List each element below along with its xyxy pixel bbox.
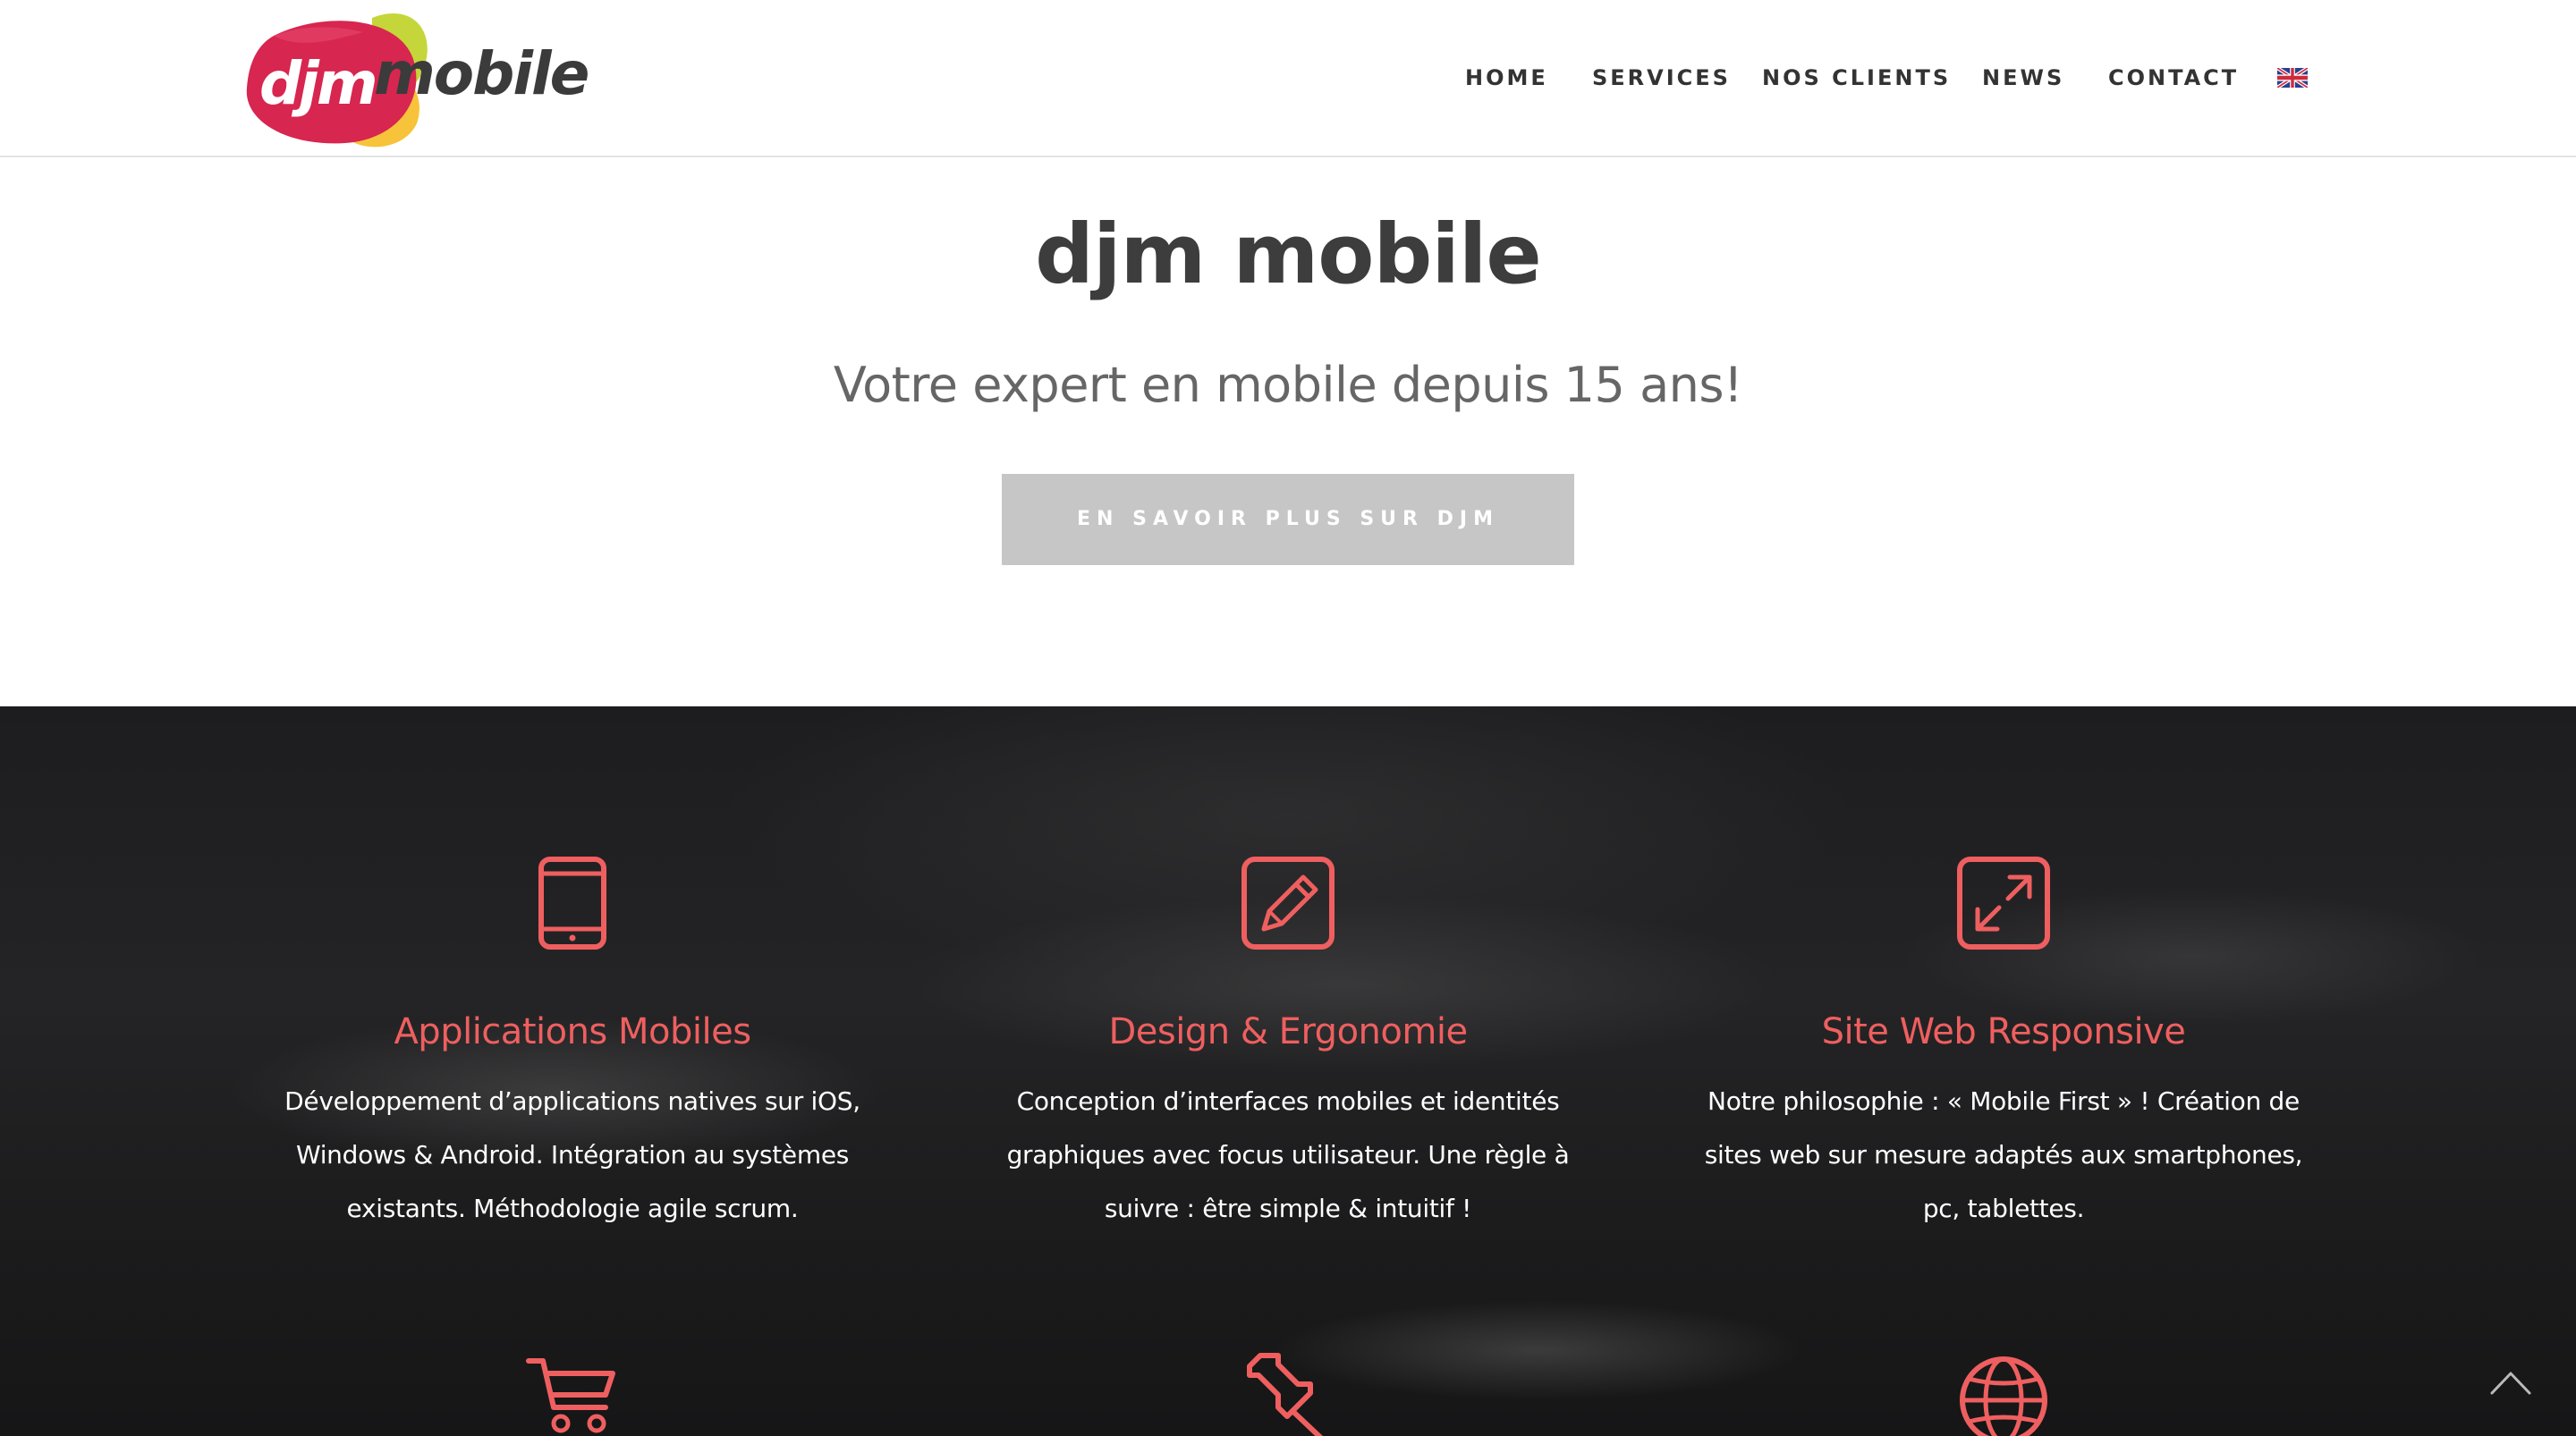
globe-icon xyxy=(1960,1356,2047,1436)
cart-icon xyxy=(526,1358,615,1433)
service-text-line: Développement d’applications natives sur… xyxy=(284,1086,860,1116)
learn-more-button[interactable]: EN SAVOIR PLUS SUR DJM xyxy=(1002,474,1574,565)
pencil-edit-icon xyxy=(1241,857,1335,950)
service-text-line: graphiques avec focus utilisateur. Une r… xyxy=(1006,1140,1570,1170)
service-text-line: sites web sur mesure adaptés aux smartph… xyxy=(1704,1140,2303,1170)
nav-contact[interactable]: CONTACT xyxy=(2108,63,2239,93)
service-text-line: pc, tablettes. xyxy=(1922,1194,2085,1223)
service-title-applications: Applications Mobiles xyxy=(394,1011,751,1052)
pin-icon xyxy=(1247,1353,1324,1436)
hero-subtitle: Votre expert en mobile depuis 15 ans! xyxy=(833,357,1743,413)
services-section: Applications Mobiles Développement d’app… xyxy=(0,706,2576,1436)
site-header: djm mobile HOME SERVICES NOS CLIENTS NEW… xyxy=(0,0,2576,157)
nav-home[interactable]: HOME xyxy=(1465,63,1548,93)
service-text-line: Conception d’interfaces mobiles et ident… xyxy=(1016,1086,1560,1116)
service-text-line: Notre philosophie : « Mobile First » ! C… xyxy=(1707,1086,2300,1116)
nav-nos-clients[interactable]: NOS CLIENTS xyxy=(1762,63,1951,93)
hero-title: djm mobile xyxy=(1035,207,1542,302)
expand-arrows-icon xyxy=(1957,857,2050,950)
service-text-responsive: Notre philosophie : « Mobile First » ! C… xyxy=(1690,1075,2317,1236)
tablet-icon xyxy=(538,857,606,950)
service-text-applications: Développement d’applications natives sur… xyxy=(259,1075,886,1236)
service-title-design: Design & Ergonomie xyxy=(1108,1011,1468,1052)
service-title-responsive: Site Web Responsive xyxy=(1821,1011,2186,1052)
nav-services[interactable]: SERVICES xyxy=(1592,63,1731,93)
service-text-line: Windows & Android. Intégration au systèm… xyxy=(295,1140,850,1170)
service-text-line: suivre : être simple & intuitif ! xyxy=(1104,1194,1472,1223)
service-text-line: existants. Méthodologie agile scrum. xyxy=(346,1194,799,1223)
service-text-design: Conception d’interfaces mobiles et ident… xyxy=(975,1075,1601,1236)
main-nav: HOME SERVICES NOS CLIENTS NEWS CONTACT xyxy=(0,0,2576,157)
back-to-top-chevron-icon[interactable] xyxy=(2488,1364,2533,1400)
nav-news[interactable]: NEWS xyxy=(1982,63,2064,93)
uk-flag-icon[interactable] xyxy=(2277,68,2308,88)
